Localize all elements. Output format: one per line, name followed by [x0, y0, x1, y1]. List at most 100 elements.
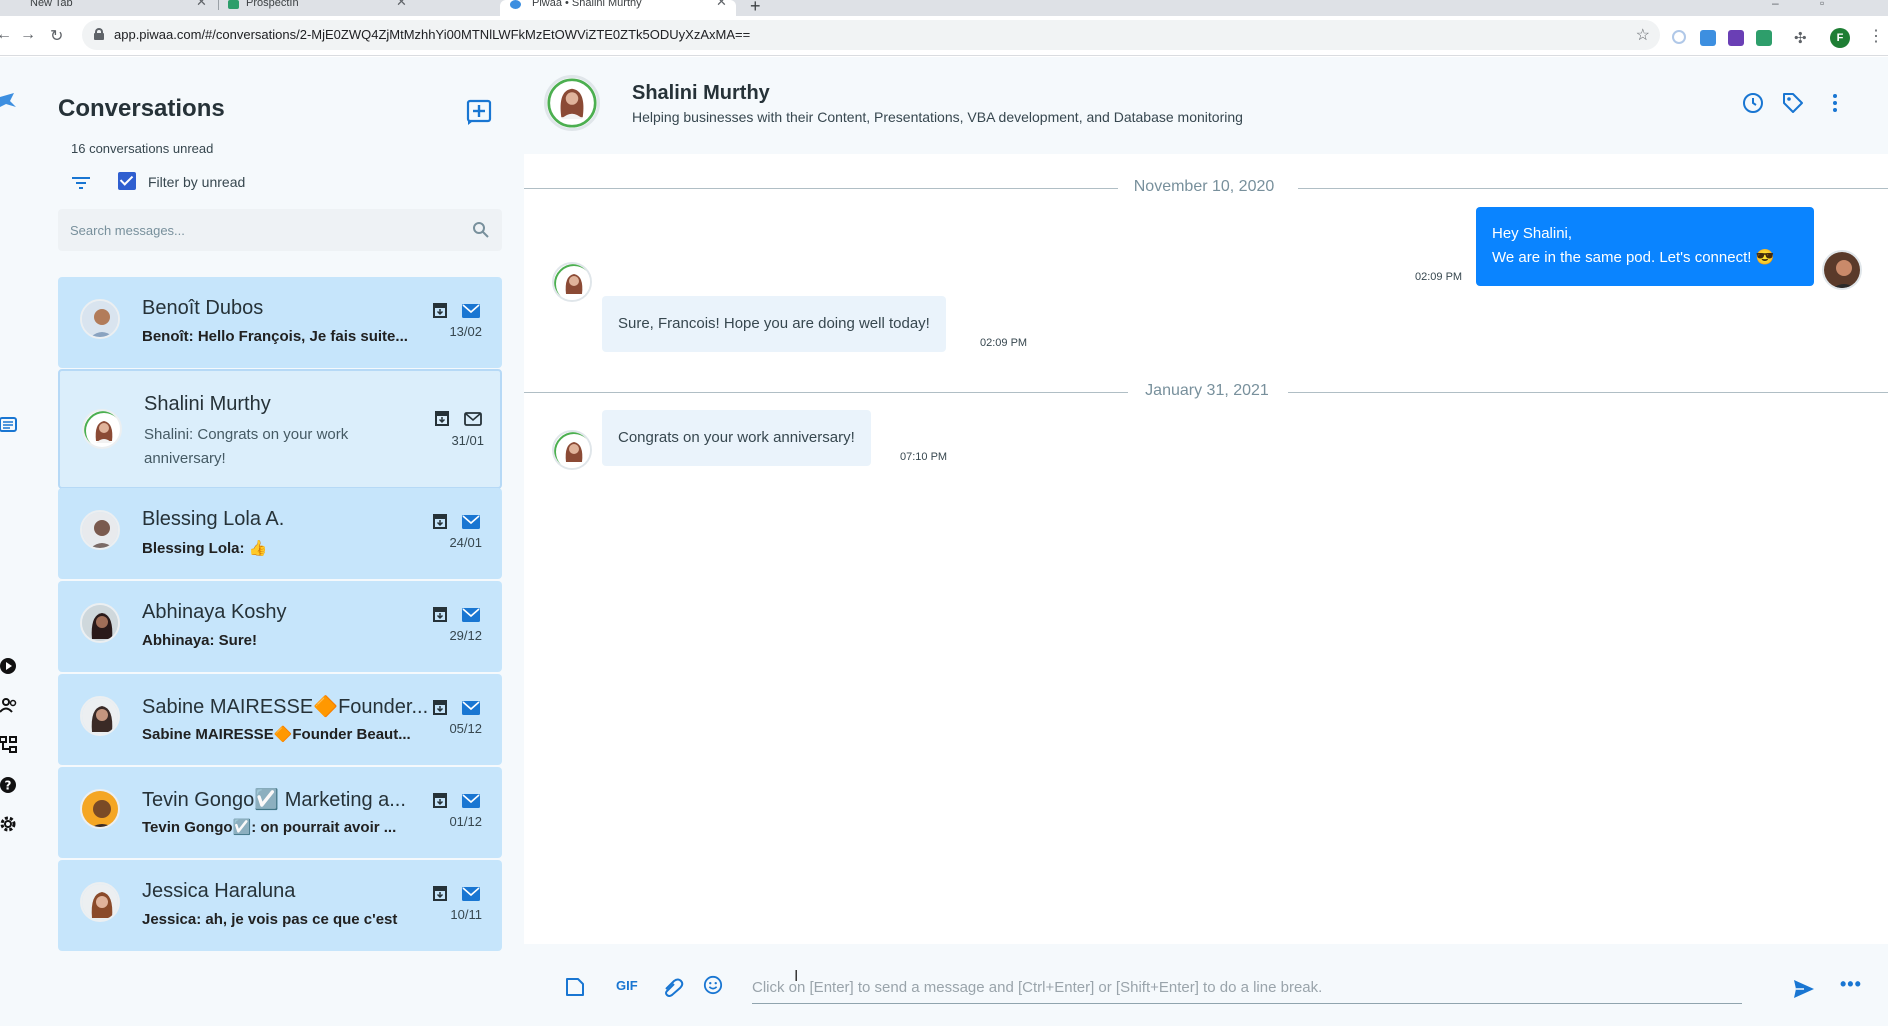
- archive-icon[interactable]: [432, 302, 448, 318]
- address-bar[interactable]: app.piwaa.com/#/conversations/2-MjE0ZWQ4…: [82, 20, 1660, 50]
- message-preview: Benoît: Hello François, Je fais suite...: [142, 328, 408, 345]
- browser-tab-strip: New Tab ✕ ProspectIn ✕ Piwaa • Shalini M…: [0, 0, 1888, 16]
- search-box: [58, 209, 502, 251]
- contact-name: Tevin Gongo☑️ Marketing a...: [142, 789, 406, 811]
- message-time: 07:10 PM: [900, 451, 948, 463]
- tab-prospectin[interactable]: ProspectIn ✕: [220, 0, 416, 16]
- tag-icon[interactable]: [1782, 92, 1804, 114]
- incoming-message: Congrats on your work anniversary!: [602, 410, 871, 466]
- mail-icon[interactable]: [462, 887, 480, 901]
- avatar: [80, 603, 120, 643]
- contact-avatar: [552, 262, 592, 302]
- chat-header: Shalini Murthy Helping businesses with t…: [524, 57, 1888, 154]
- message-composer: GIF •••: [524, 944, 1888, 1026]
- archive-icon[interactable]: [432, 699, 448, 715]
- gif-button[interactable]: GIF: [616, 978, 638, 993]
- play-nav-icon[interactable]: [0, 656, 20, 676]
- avatar: [80, 789, 120, 829]
- tab-close-icon[interactable]: ✕: [196, 0, 207, 8]
- new-tab-icon[interactable]: +: [750, 0, 761, 17]
- message-time: 02:09 PM: [980, 337, 1028, 349]
- message-line: Hey Shalini,: [1492, 225, 1573, 242]
- mail-icon[interactable]: [462, 515, 480, 529]
- mail-icon[interactable]: [462, 304, 480, 318]
- contact-name: Benoît Dubos: [142, 297, 264, 319]
- tab-close-icon[interactable]: ✕: [716, 0, 727, 8]
- settings-gear-icon[interactable]: [0, 814, 20, 834]
- contact-name: Shalini Murthy: [632, 82, 770, 104]
- url-text: app.piwaa.com/#/conversations/2-MjE0ZWQ4…: [114, 27, 751, 42]
- contacts-nav-icon[interactable]: [0, 696, 20, 716]
- conversation-card[interactable]: Tevin Gongo☑️ Marketing a... Tevin Gongo…: [58, 767, 502, 858]
- message-time: 02:09 PM: [1415, 271, 1463, 283]
- help-nav-icon[interactable]: ?: [0, 775, 20, 795]
- send-icon[interactable]: [1792, 978, 1816, 1000]
- lock-icon: [94, 28, 104, 40]
- message-preview: Blessing Lola: 👍: [142, 540, 268, 557]
- more-options-icon[interactable]: •••: [1840, 974, 1862, 995]
- conversation-card[interactable]: Benoît Dubos Benoît: Hello François, Je …: [58, 277, 502, 368]
- new-conversation-icon[interactable]: [466, 99, 492, 125]
- attachment-icon[interactable]: [662, 977, 684, 997]
- contact-name: Jessica Haraluna: [142, 880, 296, 902]
- file-icon[interactable]: [564, 977, 586, 997]
- conversations-nav-icon[interactable]: [0, 415, 20, 435]
- piwaa-logo-icon[interactable]: [0, 91, 20, 111]
- forward-icon[interactable]: →: [20, 26, 36, 44]
- mail-icon[interactable]: [462, 608, 480, 622]
- mail-icon[interactable]: [462, 701, 480, 715]
- emoji-icon[interactable]: [702, 975, 724, 995]
- date-separator: January 31, 2021: [524, 382, 1888, 402]
- minimize-icon[interactable]: –: [1772, 0, 1779, 10]
- filter-icon[interactable]: [72, 175, 90, 191]
- tab-piwaa[interactable]: Piwaa • Shalini Murthy ✕: [500, 0, 736, 16]
- conversation-card-selected[interactable]: Shalini Murthy Shalini: Congrats on your…: [58, 369, 502, 489]
- browser-menu-icon[interactable]: ⋮: [1868, 26, 1884, 46]
- archive-icon[interactable]: [432, 513, 448, 529]
- tab-title: New Tab: [30, 0, 73, 9]
- back-icon[interactable]: ←: [0, 26, 12, 44]
- profile-avatar[interactable]: F: [1830, 28, 1850, 48]
- conversation-card[interactable]: Abhinaya Koshy Abhinaya: Sure! 29/12: [58, 581, 502, 672]
- archive-icon[interactable]: [432, 885, 448, 901]
- tab-new-tab[interactable]: New Tab ✕: [0, 0, 210, 16]
- mail-read-icon[interactable]: [464, 412, 482, 426]
- archive-icon[interactable]: [432, 792, 448, 808]
- outgoing-message: Hey Shalini, We are in the same pod. Let…: [1476, 207, 1814, 286]
- extensions-puzzle-icon[interactable]: ✣: [1794, 29, 1810, 47]
- search-icon[interactable]: [472, 221, 490, 239]
- conversation-card[interactable]: Blessing Lola A. Blessing Lola: 👍 24/01: [58, 488, 502, 579]
- workflow-nav-icon[interactable]: [0, 735, 20, 755]
- search-input[interactable]: [70, 219, 460, 241]
- conversation-card[interactable]: Sabine MAIRESSE🔶Founder... Sabine MAIRES…: [58, 674, 502, 765]
- contact-name: Blessing Lola A.: [142, 508, 285, 530]
- contact-avatar[interactable]: [544, 75, 600, 131]
- prospectin-extension-icon[interactable]: [1756, 30, 1772, 46]
- archive-icon[interactable]: [432, 606, 448, 622]
- message-preview: Sabine MAIRESSE🔶Founder Beaut...: [142, 726, 411, 743]
- maximize-icon[interactable]: ▫: [1820, 0, 1824, 10]
- browser-toolbar: ← → ↻ app.piwaa.com/#/conversations/2-Mj…: [0, 16, 1888, 56]
- filter-unread-label: Filter by unread: [148, 174, 246, 190]
- message-input[interactable]: [752, 972, 1742, 1004]
- filter-unread-checkbox[interactable]: [118, 172, 136, 190]
- text-cursor-icon: I: [794, 968, 799, 985]
- app-nav-rail: ?: [0, 57, 24, 1026]
- bookmark-star-icon[interactable]: ☆: [1636, 25, 1650, 45]
- message-preview: Shalini: Congrats on your work anniversa…: [144, 426, 349, 467]
- contact-name: Shalini Murthy: [144, 393, 271, 415]
- tab-close-icon[interactable]: ✕: [396, 0, 407, 8]
- extension-icon[interactable]: [1728, 30, 1744, 46]
- conversation-date: 24/01: [449, 535, 482, 550]
- date-separator: November 10, 2020: [524, 178, 1888, 198]
- piwaa-extension-icon[interactable]: [1700, 30, 1716, 46]
- contact-avatar: [552, 430, 592, 470]
- more-vert-icon[interactable]: [1824, 92, 1846, 114]
- extension-icon[interactable]: [1672, 30, 1686, 44]
- conversation-card[interactable]: Jessica Haraluna Jessica: ah, je vois pa…: [58, 860, 502, 951]
- message-line: We are in the same pod. Let's connect! 😎: [1492, 249, 1775, 266]
- mail-icon[interactable]: [462, 794, 480, 808]
- reload-icon[interactable]: ↻: [50, 26, 63, 46]
- archive-icon[interactable]: [434, 410, 450, 426]
- history-icon[interactable]: [1742, 92, 1764, 114]
